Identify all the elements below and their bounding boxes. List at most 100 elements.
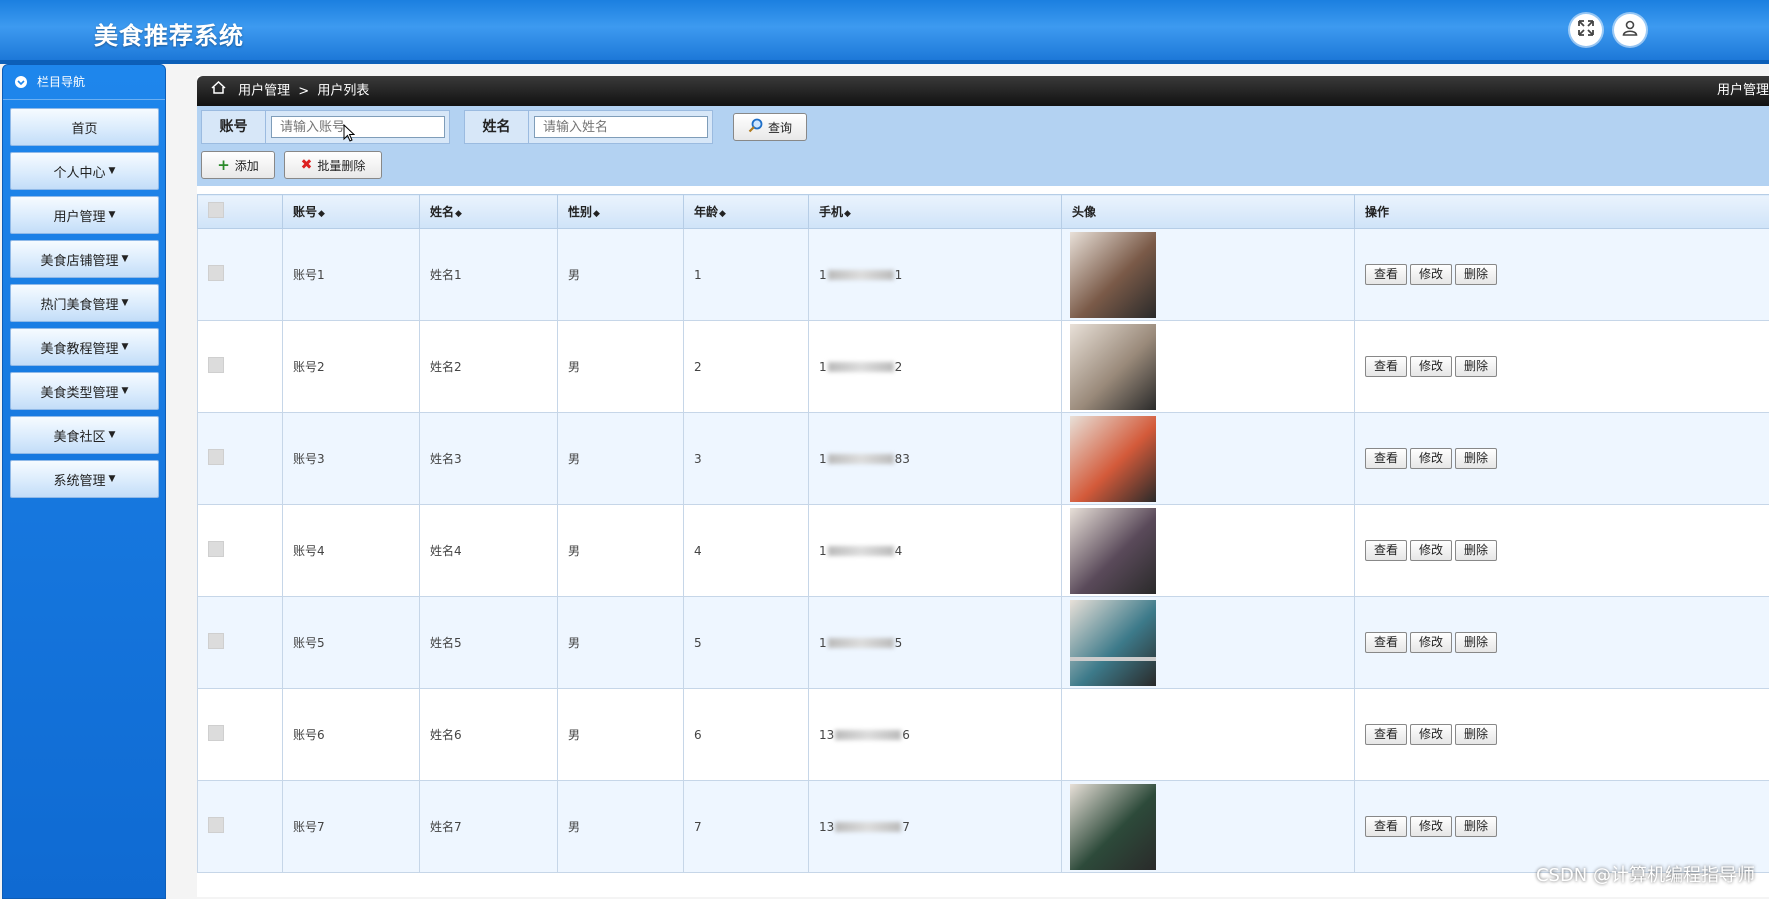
top-header: 美食推荐系统: [0, 0, 1769, 64]
sidebar-item[interactable]: 美食教程管理▼: [10, 328, 159, 366]
phone-cell: 15: [809, 597, 1062, 689]
avatar[interactable]: [1070, 657, 1156, 661]
name-label: 姓名: [465, 111, 529, 143]
avatar-cell: [1062, 597, 1355, 689]
sidebar-title: 栏目导航: [37, 75, 85, 89]
table-row: 账号1姓名1男111查看修改删除: [198, 229, 1769, 321]
add-button-label: 添加: [235, 157, 259, 174]
caret-down-icon: ▼: [122, 254, 129, 264]
edit-button[interactable]: 修改: [1410, 540, 1452, 561]
name-cell: 姓名7: [420, 781, 558, 873]
column-header[interactable]: 姓名◆: [420, 195, 558, 229]
sidebar-item[interactable]: 个人中心▼: [10, 152, 159, 190]
account-cell: 账号7: [283, 781, 420, 873]
avatar[interactable]: [1070, 784, 1156, 870]
row-checkbox[interactable]: [208, 449, 224, 465]
sidebar: 栏目导航 首页个人中心▼ 用户管理▼ 美食店铺管理▼ 热门美食管理▼ 美食教程管理▼ 美食…: [2, 64, 166, 899]
query-button[interactable]: 查询: [733, 113, 807, 141]
age-cell: 5: [684, 597, 809, 689]
delete-button[interactable]: 删除: [1455, 448, 1497, 469]
sidebar-item[interactable]: 系统管理▼: [10, 460, 159, 498]
edit-button[interactable]: 修改: [1410, 816, 1452, 837]
row-checkbox[interactable]: [208, 541, 224, 557]
sidebar-item[interactable]: 美食店铺管理▼: [10, 240, 159, 278]
edit-button[interactable]: 修改: [1410, 356, 1452, 377]
sidebar-item[interactable]: 用户管理▼: [10, 196, 159, 234]
column-header[interactable]: 性别◆: [558, 195, 684, 229]
avatar[interactable]: [1070, 508, 1156, 594]
delete-button[interactable]: 删除: [1455, 356, 1497, 377]
select-cell: [198, 505, 283, 597]
select-cell: [198, 413, 283, 505]
add-button[interactable]: + 添加: [201, 151, 275, 179]
avatar[interactable]: [1070, 600, 1156, 686]
column-header: 头像: [1062, 195, 1355, 229]
delete-button[interactable]: 删除: [1455, 724, 1497, 745]
sidebar-menu: 首页个人中心▼ 用户管理▼ 美食店铺管理▼ 热门美食管理▼ 美食教程管理▼ 美食类型管理▼…: [3, 100, 165, 498]
edit-button[interactable]: 修改: [1410, 724, 1452, 745]
phone-cell: 183: [809, 413, 1062, 505]
cross-icon: ✖: [301, 157, 313, 173]
sidebar-item-label: 美食社区: [54, 426, 106, 445]
avatar[interactable]: [1070, 232, 1156, 318]
account-field-group: 账号: [201, 110, 450, 144]
select-cell: [198, 689, 283, 781]
delete-button[interactable]: 删除: [1455, 816, 1497, 837]
edit-button[interactable]: 修改: [1410, 632, 1452, 653]
edit-button[interactable]: 修改: [1410, 448, 1452, 469]
row-checkbox[interactable]: [208, 725, 224, 741]
row-checkbox[interactable]: [208, 817, 224, 833]
view-button[interactable]: 查看: [1365, 264, 1407, 285]
delete-button[interactable]: 删除: [1455, 632, 1497, 653]
phone-cell: 12: [809, 321, 1062, 413]
name-cell: 姓名2: [420, 321, 558, 413]
batch-delete-button[interactable]: ✖ 批量删除: [284, 151, 382, 179]
edit-button[interactable]: 修改: [1410, 264, 1452, 285]
home-icon[interactable]: [211, 76, 226, 106]
view-button[interactable]: 查看: [1365, 356, 1407, 377]
row-checkbox[interactable]: [208, 265, 224, 281]
select-cell: [198, 229, 283, 321]
sidebar-item[interactable]: 美食类型管理▼: [10, 372, 159, 410]
account-input[interactable]: [271, 116, 445, 138]
age-cell: 6: [684, 689, 809, 781]
sort-icon: ◆: [455, 209, 462, 219]
breadcrumb-level1[interactable]: 用户管理: [238, 84, 290, 99]
delete-button[interactable]: 删除: [1455, 540, 1497, 561]
sort-icon: ◆: [593, 209, 600, 219]
user-button[interactable]: [1614, 14, 1646, 46]
view-button[interactable]: 查看: [1365, 448, 1407, 469]
fullscreen-button[interactable]: [1570, 14, 1602, 46]
avatar[interactable]: [1070, 324, 1156, 410]
actions-cell: 查看修改删除: [1355, 229, 1769, 321]
redacted-phone-digits: [835, 822, 901, 832]
row-checkbox[interactable]: [208, 357, 224, 373]
age-cell: 1: [684, 229, 809, 321]
column-header[interactable]: 手机◆: [809, 195, 1062, 229]
sort-icon: ◆: [719, 209, 726, 219]
view-button[interactable]: 查看: [1365, 724, 1407, 745]
sidebar-item[interactable]: 热门美食管理▼: [10, 284, 159, 322]
view-button[interactable]: 查看: [1365, 632, 1407, 653]
sidebar-item[interactable]: 美食社区▼: [10, 416, 159, 454]
view-button[interactable]: 查看: [1365, 540, 1407, 561]
select-all-checkbox[interactable]: [208, 202, 224, 218]
gender-cell: 男: [558, 781, 684, 873]
view-button[interactable]: 查看: [1365, 816, 1407, 837]
sidebar-item[interactable]: 首页: [10, 108, 159, 146]
row-checkbox[interactable]: [208, 633, 224, 649]
user-table: 账号◆ 姓名◆ 性别◆ 年龄◆ 手机◆ 头像 操作 账号1姓名1男111查看修改…: [197, 194, 1769, 873]
delete-button[interactable]: 删除: [1455, 264, 1497, 285]
gender-cell: 男: [558, 597, 684, 689]
nav-circle-icon: [15, 76, 27, 88]
sidebar-item-label: 系统管理: [54, 470, 106, 489]
batch-delete-label: 批量删除: [317, 157, 365, 174]
avatar[interactable]: [1070, 416, 1156, 502]
sort-icon: ◆: [318, 209, 325, 219]
search-bar: 账号 姓名 查询 + 添加 ✖ 批量删除: [197, 106, 1769, 186]
column-header[interactable]: 年龄◆: [684, 195, 809, 229]
fullscreen-icon: [1577, 19, 1595, 41]
table-row: 账号6姓名6男6136查看修改删除: [198, 689, 1769, 781]
name-input[interactable]: [534, 116, 708, 138]
column-header[interactable]: 账号◆: [283, 195, 420, 229]
